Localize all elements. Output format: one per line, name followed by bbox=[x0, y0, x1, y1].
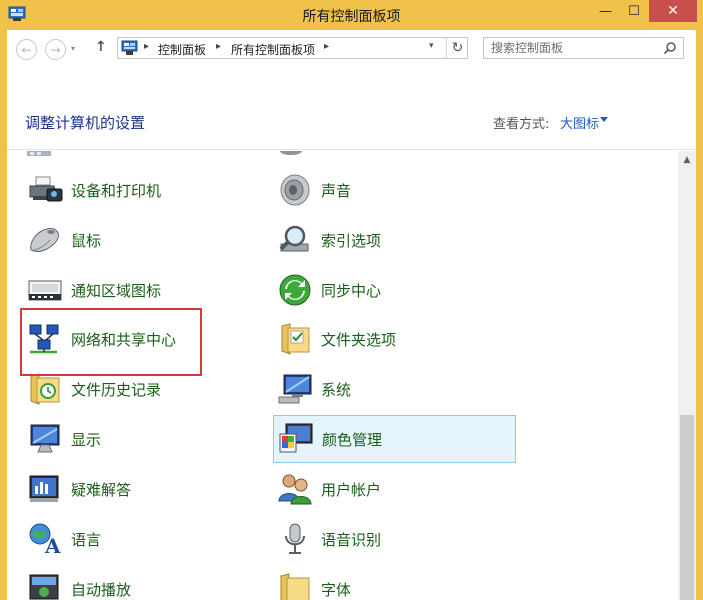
cp-item-folder-options[interactable]: 文件夹选项 bbox=[273, 315, 463, 363]
breadcrumb-separator[interactable]: ▸ bbox=[144, 41, 149, 52]
svg-text:A: A bbox=[44, 534, 61, 557]
control-panel-window: 所有控制面板项 — ☐ ✕ ← → ▾ ↑ ▸ 控制面板 ▸ 所有控制面板项 ▸… bbox=[0, 0, 703, 600]
search-icon[interactable] bbox=[663, 41, 677, 55]
cp-item-devices-printers[interactable]: 设备和打印机 bbox=[23, 166, 213, 214]
cp-item-notification-icons[interactable]: 通知区域图标 bbox=[23, 266, 213, 314]
display-icon bbox=[30, 424, 60, 453]
vertical-scrollbar[interactable]: ▲ bbox=[678, 151, 696, 600]
item-label: 索引选项 bbox=[321, 231, 382, 250]
item-label: 文件夹选项 bbox=[321, 330, 397, 349]
cp-item-indexing-options[interactable]: 索引选项 bbox=[273, 216, 463, 264]
microphone-icon bbox=[285, 523, 305, 554]
cp-item-language[interactable]: A 语言 bbox=[23, 515, 213, 563]
file-history-icon bbox=[30, 373, 60, 405]
user-accounts-icon bbox=[278, 474, 312, 505]
scrollbar-thumb[interactable] bbox=[680, 415, 694, 600]
page-header: 调整计算机的设置 查看方式: 大图标 bbox=[7, 68, 696, 150]
breadcrumb-control-panel[interactable]: 控制面板 bbox=[158, 41, 206, 58]
system-icon bbox=[278, 374, 312, 404]
cp-item-file-history[interactable]: 文件历史记录 bbox=[23, 365, 213, 413]
recent-locations-button[interactable]: ▾ bbox=[71, 44, 75, 53]
chevron-up-icon: ▲ bbox=[683, 155, 691, 165]
cp-item-network-sharing-center[interactable]: 网络和共享中心 bbox=[23, 315, 213, 363]
item-label: 网络和共享中心 bbox=[71, 330, 177, 349]
search-box[interactable] bbox=[483, 37, 684, 59]
minimize-icon: — bbox=[599, 3, 612, 19]
scroll-up-button[interactable]: ▲ bbox=[678, 151, 696, 169]
cp-item-system[interactable]: 系统 bbox=[273, 365, 463, 413]
up-button[interactable]: ↑ bbox=[95, 39, 107, 55]
breadcrumb-separator[interactable]: ▸ bbox=[216, 41, 221, 52]
refresh-icon: ↻ bbox=[451, 40, 464, 56]
search-input[interactable] bbox=[484, 38, 659, 58]
item-label: 疑难解答 bbox=[71, 480, 132, 499]
forward-button[interactable]: → bbox=[45, 39, 66, 60]
close-icon: ✕ bbox=[667, 3, 679, 19]
item-label: 系统 bbox=[321, 380, 352, 399]
navigation-bar: ← → ▾ ↑ ▸ 控制面板 ▸ 所有控制面板项 ▸ ▾ ↻ 搜索控制面板 bbox=[7, 30, 696, 68]
breadcrumb-separator[interactable]: ▸ bbox=[324, 41, 329, 52]
maximize-button[interactable]: ☐ bbox=[620, 0, 648, 22]
minimize-button[interactable]: — bbox=[591, 0, 620, 22]
partial-icon bbox=[27, 151, 51, 156]
item-label: 文件历史记录 bbox=[71, 380, 162, 399]
arrow-up-icon: ↑ bbox=[95, 39, 107, 55]
address-bar[interactable]: ▸ 控制面板 ▸ 所有控制面板项 ▸ ▾ ↻ bbox=[117, 37, 468, 59]
view-by-dropdown[interactable]: 大图标 bbox=[560, 113, 599, 132]
cp-item-user-accounts[interactable]: 用户帐户 bbox=[273, 465, 463, 513]
speaker-icon bbox=[280, 174, 310, 206]
item-label: 用户帐户 bbox=[321, 480, 382, 499]
language-icon: A bbox=[29, 523, 61, 557]
item-label: 同步中心 bbox=[321, 281, 382, 300]
item-label: 颜色管理 bbox=[322, 430, 383, 449]
item-label: 自动播放 bbox=[71, 580, 132, 599]
printer-icon bbox=[29, 176, 63, 202]
content-frame: ← → ▾ ↑ ▸ 控制面板 ▸ 所有控制面板项 ▸ ▾ ↻ 搜索控制面板 调整… bbox=[7, 30, 696, 600]
cp-item-color-management[interactable]: 颜色管理 bbox=[273, 415, 516, 463]
title-bar[interactable]: 所有控制面板项 — ☐ ✕ bbox=[0, 0, 703, 30]
item-label: 语音识别 bbox=[321, 530, 382, 549]
mouse-icon bbox=[30, 228, 59, 252]
address-history-dropdown[interactable]: ▾ bbox=[429, 41, 434, 51]
item-label: 设备和打印机 bbox=[71, 181, 162, 200]
item-label: 显示 bbox=[71, 430, 102, 449]
cp-item-autoplay[interactable]: 自动播放 bbox=[23, 565, 213, 600]
sync-icon bbox=[279, 274, 311, 306]
view-by-label: 查看方式: bbox=[493, 117, 550, 132]
item-label: 通知区域图标 bbox=[71, 281, 162, 300]
item-label: 语言 bbox=[71, 530, 102, 549]
troubleshoot-icon bbox=[29, 475, 59, 502]
fonts-folder-icon bbox=[280, 573, 310, 600]
arrow-left-icon: ← bbox=[21, 42, 32, 57]
chevron-down-icon: ▾ bbox=[71, 44, 76, 53]
back-button[interactable]: ← bbox=[16, 39, 37, 60]
magnifier-icon bbox=[279, 225, 309, 252]
folder-options-icon bbox=[281, 323, 310, 355]
control-panel-items: 设备和打印机 声音 鼠标 索引选项 通知区域图标 同步中心 网络和共享中心 文件… bbox=[7, 151, 678, 600]
network-icon bbox=[29, 324, 59, 354]
autoplay-icon bbox=[29, 574, 59, 600]
refresh-button[interactable]: ↻ bbox=[446, 38, 468, 58]
cp-item-sync-center[interactable]: 同步中心 bbox=[273, 266, 463, 314]
control-panel-location-icon bbox=[121, 40, 138, 55]
cp-item-fonts[interactable]: 字体 bbox=[273, 565, 463, 600]
view-by-chevron-icon[interactable] bbox=[600, 117, 608, 122]
notification-tray-icon bbox=[28, 280, 62, 301]
cp-item-speech-recognition[interactable]: 语音识别 bbox=[273, 515, 463, 563]
cp-item-troubleshooting[interactable]: 疑难解答 bbox=[23, 465, 213, 513]
breadcrumb-all-items[interactable]: 所有控制面板项 bbox=[231, 41, 315, 58]
maximize-icon: ☐ bbox=[628, 3, 640, 19]
cp-item-sound[interactable]: 声音 bbox=[273, 166, 463, 214]
color-management-icon bbox=[279, 423, 313, 453]
cp-item-mouse[interactable]: 鼠标 bbox=[23, 216, 213, 264]
page-title: 调整计算机的设置 bbox=[25, 114, 146, 132]
item-label: 声音 bbox=[321, 181, 352, 200]
item-label: 字体 bbox=[321, 580, 352, 599]
arrow-right-icon: → bbox=[50, 42, 61, 57]
item-label: 鼠标 bbox=[71, 231, 102, 250]
close-button[interactable]: ✕ bbox=[649, 0, 697, 22]
cp-item-display[interactable]: 显示 bbox=[23, 415, 213, 463]
partial-icon bbox=[280, 151, 302, 155]
